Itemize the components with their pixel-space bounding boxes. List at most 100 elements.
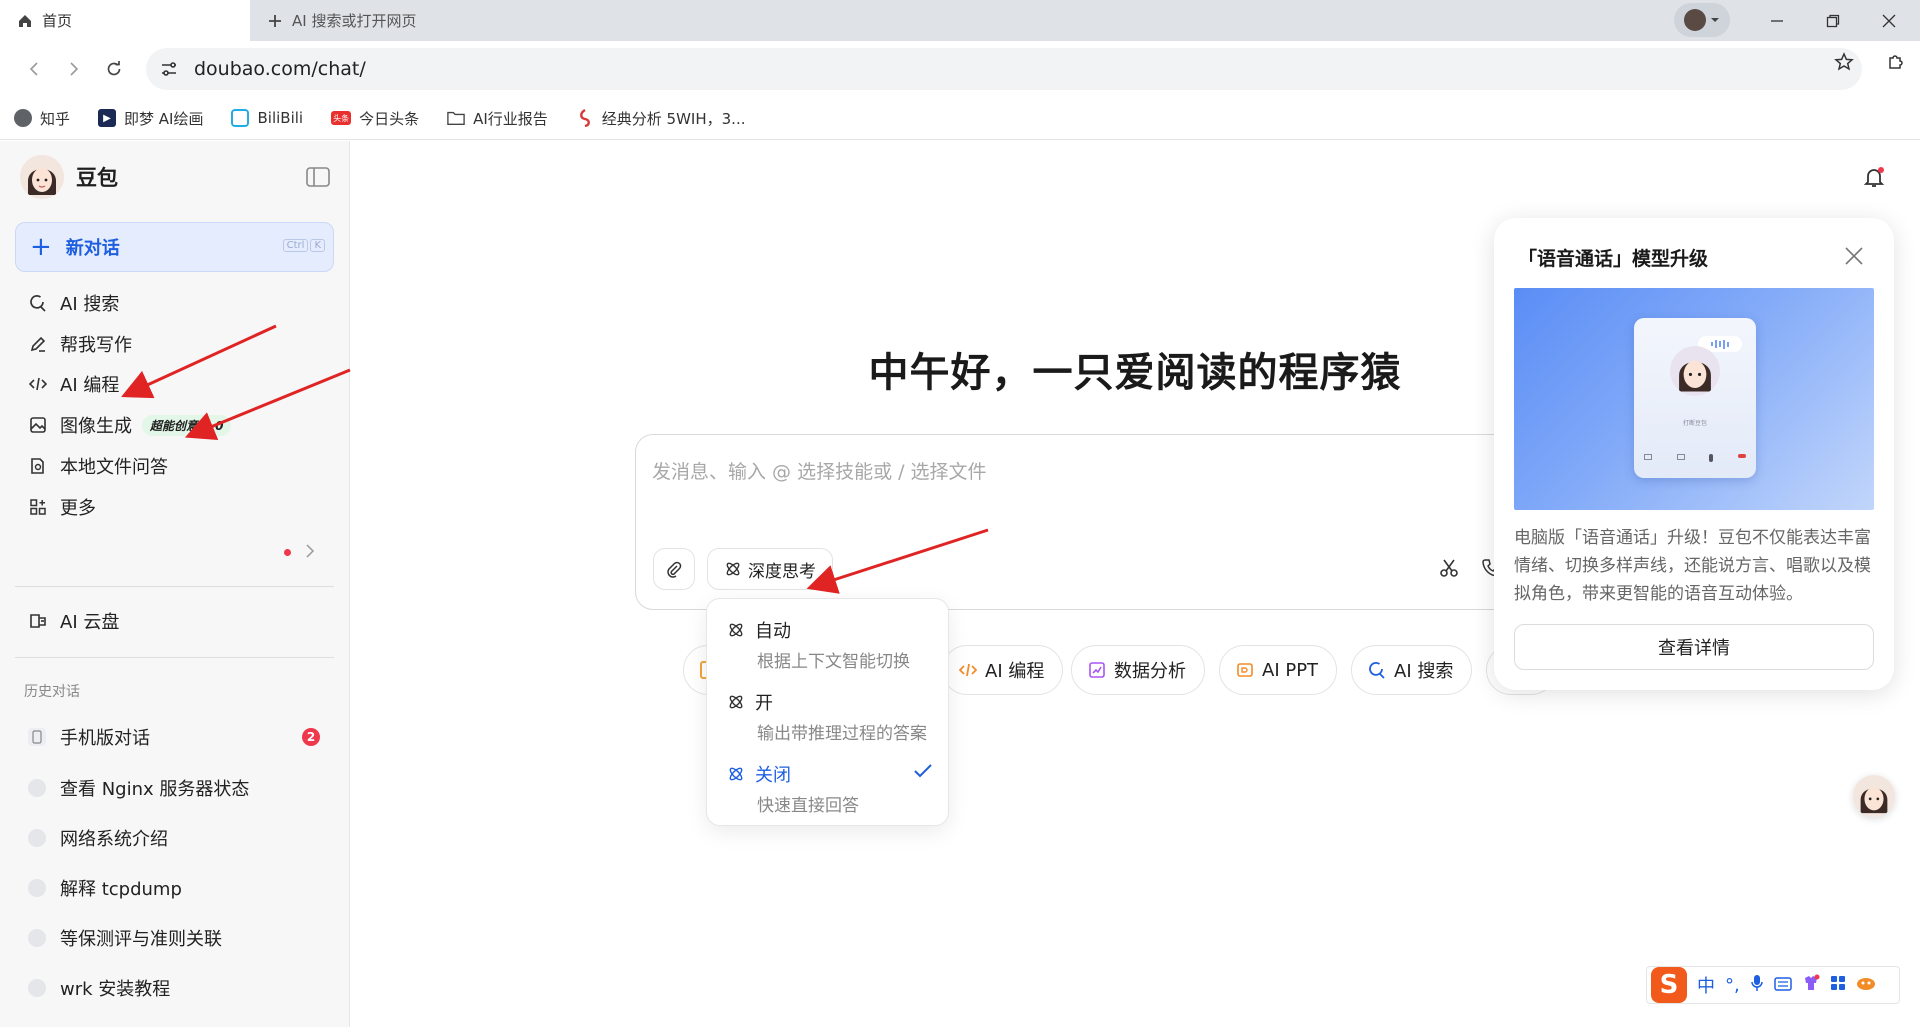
- chevron-right-icon: [305, 543, 315, 562]
- chip-ai-search[interactable]: AI 搜索: [1351, 645, 1473, 695]
- sidebar-item-more[interactable]: 更多: [28, 492, 96, 522]
- chat-composer[interactable]: 发消息、输入 @ 选择技能或 / 选择文件 深度思考: [635, 434, 1535, 610]
- call-controls: [1644, 454, 1746, 462]
- history-item[interactable]: wrk 安装教程: [28, 974, 170, 1002]
- atom-icon: [724, 560, 742, 578]
- scissors-icon: [1440, 559, 1458, 577]
- promo-image-caption: 打断豆包: [1682, 420, 1707, 427]
- promo-close-button[interactable]: [1844, 246, 1864, 270]
- bookmark-toutiao[interactable]: 头条 今日头条: [331, 108, 419, 129]
- sidebar-item-ai-coding[interactable]: AI 编程: [28, 369, 119, 399]
- deep-think-option-auto[interactable]: 自动 根据上下文智能切换: [727, 617, 937, 672]
- keyboard-icon[interactable]: [1773, 975, 1792, 996]
- new-chat-button[interactable]: + 新对话 Ctrl K: [15, 222, 334, 272]
- plus-icon: [266, 12, 284, 30]
- view-details-button[interactable]: 查看详情: [1514, 624, 1874, 670]
- doubao-avatar: [20, 155, 64, 199]
- sogou-logo-icon[interactable]: S: [1651, 967, 1687, 1003]
- history-item-label: 等保测评与准则关联: [60, 929, 222, 950]
- search-refresh-icon: [28, 293, 48, 313]
- promo-title: 「语音通话」模型升级: [1518, 248, 1709, 270]
- chip-label: AI PPT: [1262, 659, 1319, 681]
- history-item[interactable]: 手机版对话: [28, 723, 150, 751]
- chat-bubble-icon: [28, 929, 46, 947]
- brand: 豆包: [20, 155, 118, 199]
- mascot-icon[interactable]: [1856, 975, 1876, 996]
- history-item[interactable]: 等保测评与准则关联: [28, 924, 222, 952]
- phone-icon: [28, 728, 46, 746]
- sidebar-item-ai-cloud[interactable]: AI 云盘: [28, 606, 119, 636]
- tab-home-label: 首页: [42, 12, 73, 30]
- message-input[interactable]: 发消息、输入 @ 选择技能或 / 选择文件: [652, 457, 987, 484]
- bookmark-label: BiliBili: [257, 109, 304, 127]
- assistant-float-avatar[interactable]: [1853, 775, 1895, 817]
- reload-button[interactable]: [96, 51, 132, 87]
- sidebar-item-local-files[interactable]: 本地文件问答: [28, 451, 168, 481]
- bookmark-folder-ai-report[interactable]: AI行业报告: [447, 108, 548, 129]
- url-text: doubao.com/chat/: [194, 58, 366, 80]
- tab-new-label: AI 搜索或打开网页: [292, 12, 417, 30]
- chat-bubble-icon: [28, 779, 46, 797]
- history-item[interactable]: 查看 Nginx 服务器状态: [28, 774, 249, 802]
- profile-button[interactable]: [1674, 3, 1730, 37]
- sidebar-item-writing[interactable]: 帮我写作: [28, 329, 132, 359]
- tab-home[interactable]: 首页: [0, 0, 250, 41]
- chip-ai-coding[interactable]: AI 编程: [942, 645, 1064, 695]
- home-icon: [16, 12, 34, 30]
- url-field[interactable]: doubao.com/chat/: [146, 48, 1862, 90]
- atom-icon: [727, 765, 745, 783]
- bookmarks-bar: 知乎 ▶ 即梦 AI绘画 BiliBili 头条 今日头条 AI行业报告 经典分…: [0, 97, 1920, 140]
- close-window-button[interactable]: [1866, 0, 1912, 41]
- bookmark-label: 今日头条: [359, 109, 420, 128]
- sidebar-item-image-gen[interactable]: 图像生成 超能创意 1.0: [28, 410, 232, 440]
- star-icon: [1834, 52, 1854, 71]
- minimize-button[interactable]: [1754, 0, 1800, 41]
- toutiao-logo-icon: 头条: [331, 111, 352, 125]
- doubao-avatar: [1670, 346, 1720, 396]
- file-search-icon: [28, 456, 48, 476]
- sidebar-item-label: 帮我写作: [60, 335, 132, 356]
- bookmark-star-button[interactable]: [1834, 52, 1854, 76]
- chip-ai-ppt[interactable]: AI PPT: [1219, 645, 1338, 695]
- screenshot-button[interactable]: [1439, 558, 1459, 582]
- extensions-button[interactable]: [1886, 51, 1906, 75]
- attach-file-button[interactable]: [653, 548, 695, 590]
- chip-data-analysis[interactable]: 数据分析: [1071, 645, 1205, 695]
- divider: [15, 657, 334, 658]
- history-item[interactable]: 网络系统介绍: [28, 824, 168, 852]
- restore-button[interactable]: [1810, 0, 1856, 41]
- brand-name: 豆包: [76, 166, 118, 190]
- ppt-icon: [1236, 661, 1254, 679]
- sidebar-item-ai-search[interactable]: AI 搜索: [28, 288, 119, 318]
- deep-think-option-on[interactable]: 开 输出带推理过程的答案: [727, 689, 937, 744]
- arrow-left-icon: [29, 62, 38, 76]
- back-button[interactable]: [16, 51, 52, 87]
- sidebar: 豆包 + 新对话 Ctrl K AI 搜索 帮我写作 AI 编程 图像生成 超能…: [0, 141, 350, 1027]
- close-icon: [1845, 247, 1863, 265]
- voice-call-promo-card: 「语音通话」模型升级 打断豆包 电脑版「语音通话」升级！豆包不仅能表达丰富情绪、…: [1494, 218, 1894, 690]
- collapse-sidebar-button[interactable]: [306, 167, 330, 191]
- skin-icon[interactable]: [1802, 974, 1820, 997]
- ime-mode-toggle[interactable]: 中: [1697, 972, 1715, 998]
- check-icon: [914, 763, 932, 782]
- toolbox-grid-icon[interactable]: [1830, 975, 1846, 996]
- bookmark-bilibili[interactable]: BiliBili: [231, 109, 303, 127]
- bookmark-zhihu[interactable]: 知乎: [14, 108, 70, 129]
- restore-icon: [1826, 14, 1840, 27]
- history-item[interactable]: 解释 tcpdump: [28, 874, 182, 902]
- chip-label: AI 编程: [985, 661, 1045, 682]
- sidebar-item-label: 图像生成: [60, 416, 132, 437]
- globe-icon: [14, 109, 32, 127]
- tab-new[interactable]: AI 搜索或打开网页: [264, 0, 416, 41]
- microphone-icon[interactable]: [1750, 974, 1764, 997]
- bookmark-jimeng[interactable]: ▶ 即梦 AI绘画: [98, 108, 203, 129]
- site-settings-icon[interactable]: [160, 60, 178, 78]
- notifications-button[interactable]: [1862, 165, 1886, 193]
- chevron-down-icon: [1711, 18, 1719, 22]
- forward-button[interactable]: [56, 51, 92, 87]
- bookmark-5wih[interactable]: 经典分析 5WIH，3...: [576, 108, 745, 129]
- unread-count-badge: 2: [302, 728, 320, 746]
- deep-think-button[interactable]: 深度思考: [707, 548, 833, 590]
- ime-punct-toggle[interactable]: °,: [1725, 975, 1740, 996]
- deep-think-option-off[interactable]: 关闭 快速直接回答: [727, 761, 937, 816]
